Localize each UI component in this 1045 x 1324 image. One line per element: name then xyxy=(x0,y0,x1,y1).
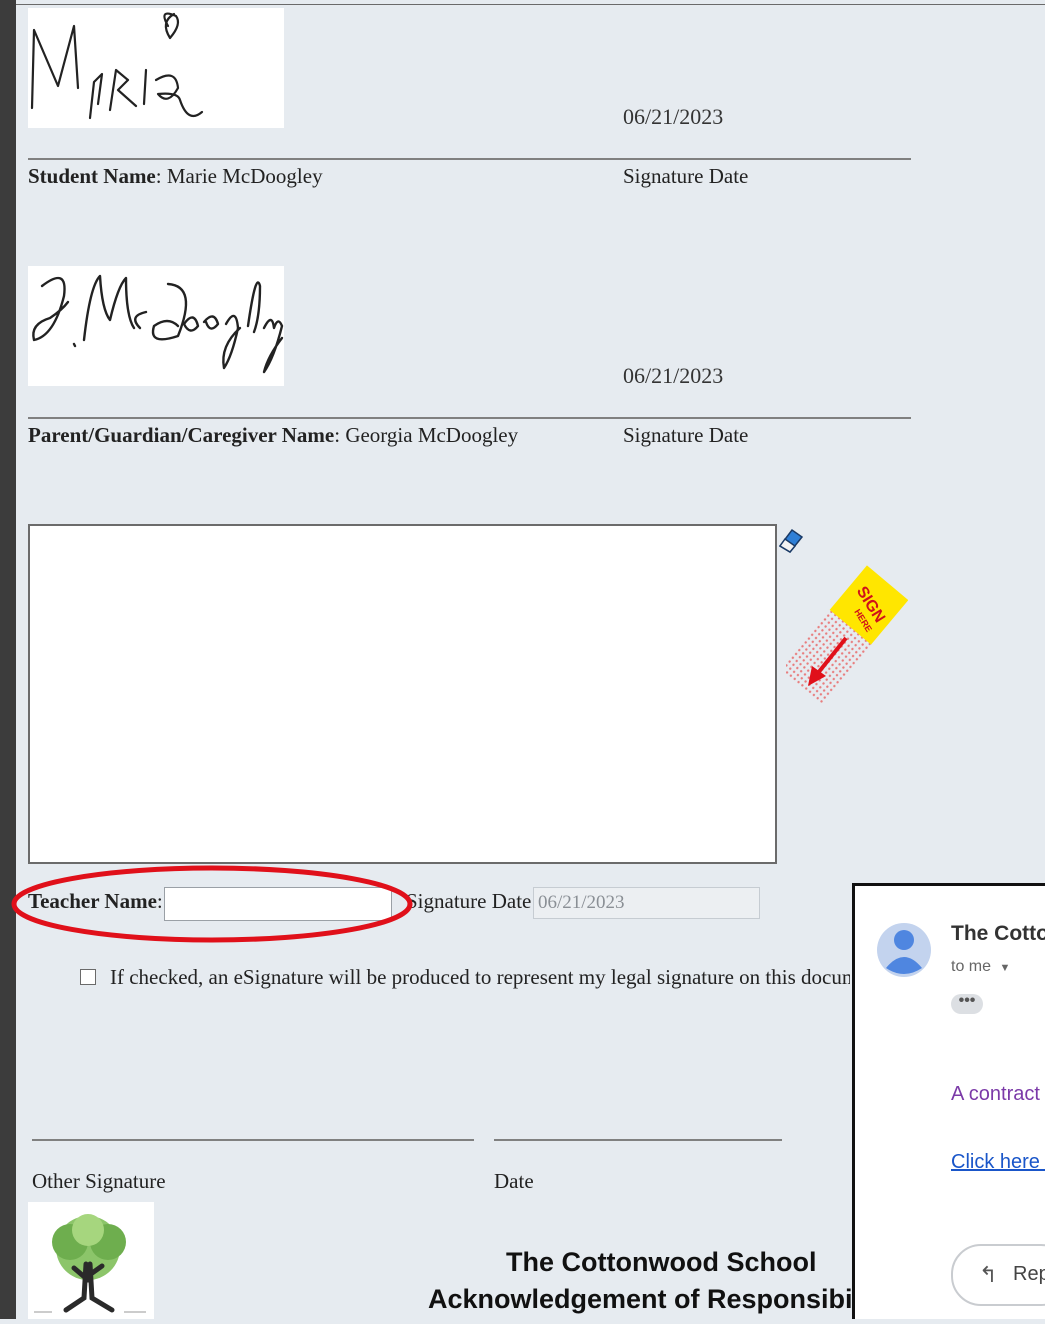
other-signature-label: Other Signature xyxy=(32,1169,166,1193)
viewer-left-border xyxy=(0,0,16,1319)
school-logo xyxy=(28,1202,154,1319)
teacher-name-highlight-circle xyxy=(6,862,418,953)
student-signature-line xyxy=(28,158,911,160)
parent-signature-line xyxy=(28,417,911,419)
student-name-label: Student Name xyxy=(28,164,156,188)
student-date-label: Signature Date xyxy=(623,164,749,188)
parent-date-label: Signature Date xyxy=(623,423,749,447)
email-body-text: A contract ha xyxy=(951,1083,1045,1105)
student-name-field: Student Name: Marie McDoogley xyxy=(28,164,323,188)
reply-label: Repl xyxy=(1013,1263,1045,1285)
email-recipient: to me xyxy=(951,958,992,975)
parent-signature-date: 06/21/2023 xyxy=(623,363,724,388)
email-recipient-toggle[interactable]: to me ▼ xyxy=(951,958,1010,976)
other-signature-line xyxy=(32,1139,474,1141)
email-preview-panel: The Cotton to me ▼ ••• A contract ha Cli… xyxy=(852,883,1045,1319)
reply-button[interactable]: ↰ Repl xyxy=(951,1244,1045,1306)
chevron-down-icon: ▼ xyxy=(999,962,1011,974)
email-sender: The Cotton xyxy=(951,922,1045,945)
eraser-icon[interactable] xyxy=(776,524,804,559)
sign-here-badge: SIGN HERE xyxy=(779,562,909,719)
parent-name-value: Georgia McDoogley xyxy=(345,423,519,447)
teacher-signature-pad[interactable] xyxy=(28,524,777,864)
sender-avatar xyxy=(877,916,931,988)
other-date-line xyxy=(494,1139,782,1141)
parent-name-field: Parent/Guardian/Caregiver Name: Georgia … xyxy=(28,423,519,447)
other-date-label: Date xyxy=(494,1169,534,1193)
parent-name-label: Parent/Guardian/Caregiver Name xyxy=(28,423,335,447)
teacher-date-input[interactable]: 06/21/2023 xyxy=(533,887,760,919)
student-signature-date: 06/21/2023 xyxy=(623,104,724,129)
teacher-date-label: Signature Date xyxy=(406,889,532,913)
student-name-value: Marie McDoogley xyxy=(166,164,323,188)
parent-signature-image xyxy=(28,266,284,386)
more-options-icon[interactable]: ••• xyxy=(951,993,983,1014)
page-top-border xyxy=(16,4,1045,5)
esignature-checkbox[interactable] xyxy=(80,969,96,985)
esignature-checkbox-label: If checked, an eSignature will be produc… xyxy=(110,965,850,989)
student-signature-image xyxy=(28,8,284,128)
reply-icon: ↰ xyxy=(979,1262,998,1287)
school-name: The Cottonwood School xyxy=(506,1247,817,1277)
document-title: Acknowledgement of Responsibilities xyxy=(428,1284,915,1314)
email-contract-link[interactable]: Click here to xyxy=(951,1151,1045,1174)
